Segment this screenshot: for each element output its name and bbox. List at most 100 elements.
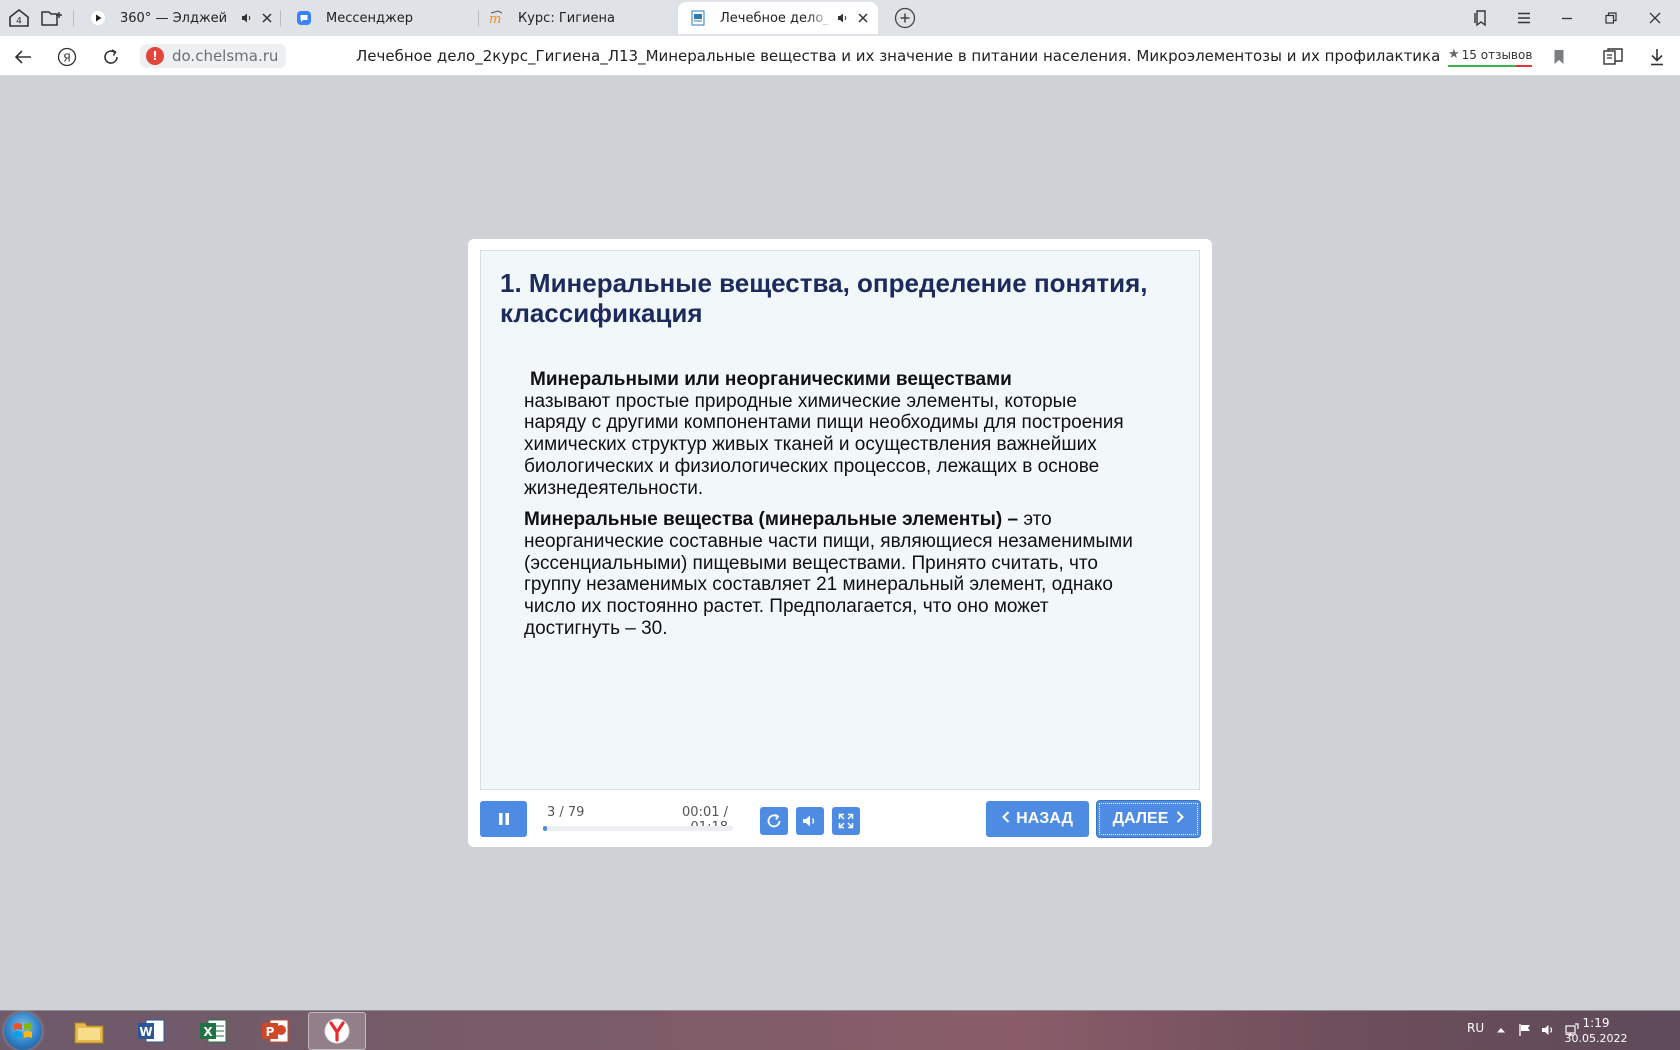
- next-slide-button[interactable]: ДАЛЕЕ: [1097, 801, 1200, 837]
- menu-button[interactable]: [1512, 6, 1536, 30]
- windows-logo-icon: [14, 1023, 32, 1038]
- close-window-button[interactable]: [1643, 6, 1667, 30]
- tab-music[interactable]: 360° — Элджей: [78, 2, 274, 34]
- back-button[interactable]: [10, 44, 36, 70]
- network-icon[interactable]: [1565, 1023, 1579, 1037]
- url-field[interactable]: ! do.chelsma.ru: [140, 44, 287, 68]
- svg-text:X: X: [203, 1025, 213, 1039]
- svg-text:Я: Я: [63, 52, 71, 65]
- windows-taskbar: W X P RU 1:19 30.05.2022: [0, 1010, 1680, 1050]
- progress-fill: [543, 826, 547, 831]
- tab-separator: [73, 10, 74, 26]
- powerpoint-button[interactable]: P: [246, 1012, 304, 1050]
- slide-body: Минеральными или неорганическими веществ…: [524, 369, 1144, 649]
- word-icon: W: [138, 1019, 165, 1043]
- speaker-icon[interactable]: [240, 11, 254, 25]
- slide-doc-icon: [690, 10, 706, 26]
- start-button[interactable]: [4, 1012, 42, 1050]
- reviews-label: 15 отзывов: [1461, 47, 1533, 62]
- hamburger-icon: [1518, 12, 1530, 24]
- tab-messenger[interactable]: Мессенджер: [284, 2, 478, 34]
- bookmark-button[interactable]: [1546, 44, 1572, 70]
- volume-button[interactable]: [796, 807, 824, 835]
- definition-paragraph: Минеральными или неорганическими веществ…: [524, 369, 1144, 499]
- flag-icon[interactable]: [1518, 1023, 1532, 1037]
- svg-text:4: 4: [16, 17, 22, 27]
- explorer-button[interactable]: [60, 1012, 118, 1050]
- close-icon[interactable]: [260, 11, 274, 25]
- language-indicator[interactable]: RU: [1467, 1021, 1484, 1035]
- yandex-browser-icon: [324, 1018, 350, 1044]
- yandex-button[interactable]: Я: [54, 44, 80, 70]
- slide-title: 1. Минеральные вещества, определение пон…: [500, 268, 1148, 328]
- definition-term: Минеральными или неорганическими веществ…: [530, 369, 1012, 390]
- slide-counter: 3 / 79: [547, 805, 585, 820]
- tab-title: Мессенджер: [326, 10, 413, 26]
- svg-text:P: P: [266, 1025, 275, 1039]
- powerpoint-icon: P: [262, 1019, 289, 1043]
- new-tab-button[interactable]: [891, 5, 919, 31]
- presentation-player: 1. Минеральные вещества, определение пон…: [468, 239, 1212, 847]
- pause-icon: [498, 813, 509, 825]
- url-domain: do.chelsma.ru: [172, 47, 279, 65]
- excel-icon: X: [200, 1019, 227, 1043]
- yandex-browser-button[interactable]: [308, 1012, 366, 1050]
- next-slide-label: ДАЛЕЕ: [1112, 810, 1169, 827]
- back-arrow-icon: [14, 50, 31, 64]
- bookmarks-collection-icon: [1474, 10, 1486, 27]
- tab-title: Лечебное дело_2кур: [720, 10, 830, 26]
- fullscreen-button[interactable]: [832, 807, 860, 835]
- volume-tray-icon[interactable]: [1541, 1023, 1555, 1037]
- replay-button[interactable]: [760, 807, 788, 835]
- page-title: Лечебное дело_2курс_Гигиена_Л13_Минераль…: [356, 47, 1441, 65]
- explorer-icon: [74, 1022, 104, 1044]
- definition-text: называют простые природные химические эл…: [524, 390, 1124, 499]
- replay-icon: [767, 813, 781, 828]
- add-folder-icon: [41, 11, 62, 26]
- download-icon: [1651, 49, 1663, 66]
- minimize-button[interactable]: [1555, 6, 1579, 30]
- tab-lecture[interactable]: Лечебное дело_2кур: [678, 2, 878, 34]
- tab-title: Курс: Гигиена: [518, 10, 615, 26]
- restore-button[interactable]: [1599, 6, 1623, 30]
- address-bar: Я ! do.chelsma.ru Лечебное дело_2курс_Ги…: [0, 36, 1680, 76]
- tray-arrow-icon[interactable]: [1494, 1023, 1508, 1037]
- close-icon: [1649, 12, 1661, 24]
- svg-text:W: W: [139, 1025, 152, 1039]
- pause-button[interactable]: [480, 801, 527, 837]
- downloads-button[interactable]: [1644, 44, 1670, 70]
- reload-button[interactable]: [98, 44, 124, 70]
- warning-icon[interactable]: !: [146, 47, 164, 65]
- yandex-icon: Я: [57, 47, 77, 67]
- word-button[interactable]: W: [122, 1012, 180, 1050]
- restore-icon: [1605, 12, 1617, 24]
- new-folder-tab-button[interactable]: [38, 5, 66, 31]
- chevron-right-icon: [1176, 810, 1185, 828]
- collections-button[interactable]: [1468, 6, 1492, 30]
- back-slide-button[interactable]: НАЗАД: [986, 801, 1089, 837]
- tab-separator: [280, 10, 281, 26]
- tab-title: 360° — Элджей: [120, 10, 228, 26]
- progress-bar[interactable]: [543, 826, 733, 831]
- tab-counter-button[interactable]: 4: [5, 5, 33, 31]
- minimize-icon: [1562, 17, 1572, 20]
- svg-text:m: m: [489, 12, 501, 26]
- tab-course[interactable]: m Курс: Гигиена: [476, 2, 676, 34]
- star-icon: ★: [1448, 47, 1460, 62]
- bookmark-icon: [1554, 50, 1564, 64]
- reload-icon: [104, 49, 118, 64]
- minerals-paragraph: Минеральные вещества (минеральные элемен…: [524, 509, 1144, 639]
- sidebar-button[interactable]: [1600, 44, 1626, 70]
- speaker-icon[interactable]: [836, 11, 850, 25]
- minerals-term: Минеральные вещества (минеральные элемен…: [524, 509, 1019, 531]
- plus-icon: [894, 7, 916, 29]
- volume-icon: [803, 815, 815, 827]
- play-icon: [90, 10, 106, 26]
- back-slide-label: НАЗАД: [1016, 810, 1073, 827]
- reviews-badge[interactable]: ★ 15 отзывов: [1448, 45, 1533, 67]
- close-icon[interactable]: [856, 11, 870, 25]
- messenger-icon: [296, 10, 312, 26]
- excel-button[interactable]: X: [184, 1012, 242, 1050]
- slide-canvas: 1. Минеральные вещества, определение пон…: [480, 250, 1200, 790]
- home-tabs-icon: 4: [9, 8, 29, 27]
